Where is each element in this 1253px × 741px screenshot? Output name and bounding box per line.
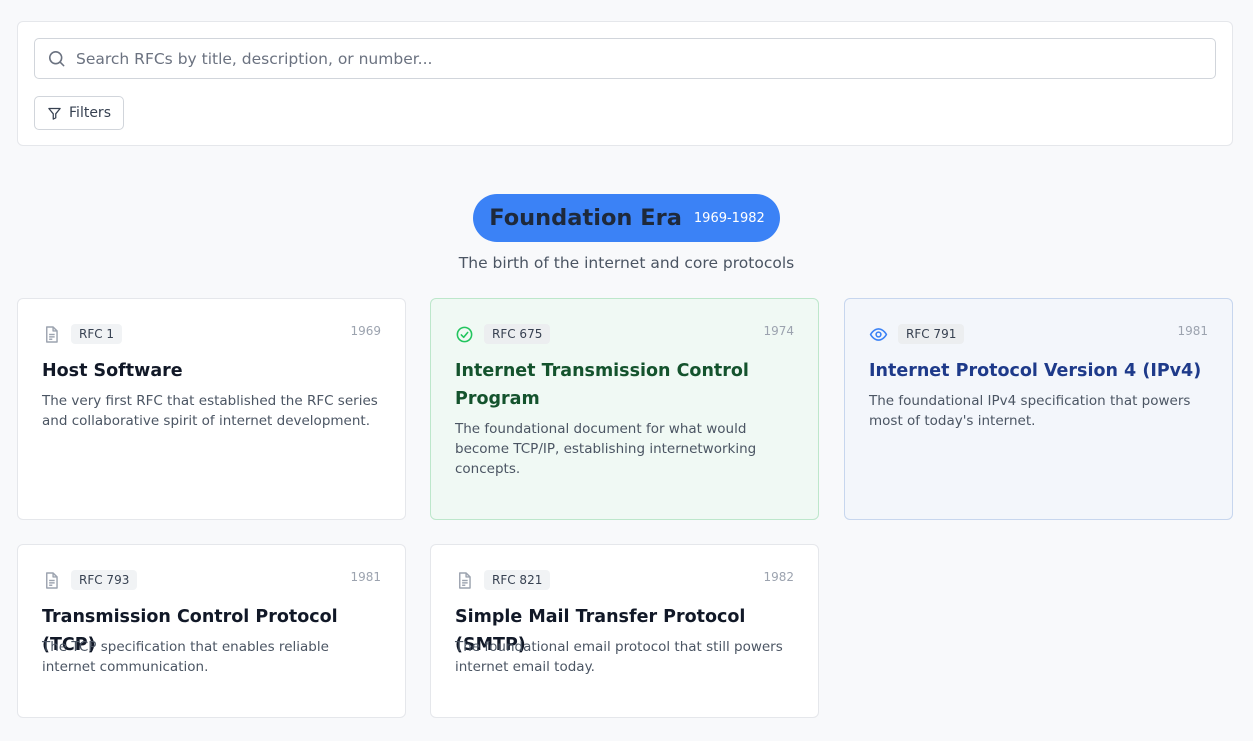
rfc-card-675[interactable]: RFC 675 1974 Internet Transmission Contr… bbox=[430, 298, 819, 520]
card-year: 1969 bbox=[350, 324, 381, 338]
card-header: RFC 675 1974 bbox=[455, 323, 794, 345]
card-description: The very first RFC that established the … bbox=[42, 393, 378, 429]
rfc-card-791[interactable]: RFC 791 1981 Internet Protocol Version 4… bbox=[844, 298, 1233, 520]
filter-icon bbox=[48, 107, 61, 120]
card-header: RFC 821 1982 bbox=[455, 569, 794, 591]
card-year: 1982 bbox=[763, 570, 794, 584]
card-description: The foundational document for what would… bbox=[455, 421, 757, 477]
search-input[interactable] bbox=[76, 49, 1176, 68]
document-icon bbox=[46, 571, 58, 589]
card-header: RFC 793 1981 bbox=[42, 569, 381, 591]
eye-icon bbox=[869, 327, 888, 341]
filters-button[interactable]: Filters bbox=[34, 96, 124, 130]
card-description: The TCP specification that enables relia… bbox=[42, 639, 329, 675]
card-description: The foundational email protocol that sti… bbox=[455, 639, 783, 675]
document-icon bbox=[459, 571, 471, 589]
era-pill: Foundation Era 1969-1982 bbox=[473, 194, 780, 242]
rfc-badge: RFC 821 bbox=[484, 570, 551, 590]
rfc-card-821[interactable]: RFC 821 1982 Simple Mail Transfer Protoc… bbox=[430, 544, 819, 718]
card-title[interactable]: Internet Protocol Version 4 (IPv4) bbox=[869, 357, 1208, 385]
card-description: The foundational IPv4 specification that… bbox=[869, 393, 1191, 429]
card-title[interactable]: Host Software bbox=[42, 357, 381, 385]
card-title[interactable]: Internet Transmission Control Program bbox=[455, 357, 794, 413]
rfc-badge: RFC 791 bbox=[898, 324, 965, 344]
era-header: Foundation Era 1969-1982 The birth of th… bbox=[0, 194, 1253, 272]
check-circle-icon bbox=[456, 326, 473, 342]
card-header: RFC 791 1981 bbox=[869, 323, 1208, 345]
rfc-badge: RFC 675 bbox=[484, 324, 551, 344]
era-years: 1969-1982 bbox=[693, 210, 765, 226]
era-title: Foundation Era bbox=[489, 205, 682, 231]
card-year: 1974 bbox=[763, 324, 794, 338]
document-icon bbox=[46, 325, 58, 343]
card-header: RFC 1 1969 bbox=[42, 323, 381, 345]
card-year: 1981 bbox=[350, 570, 381, 584]
rfc-card-1[interactable]: RFC 1 1969 Host Software The very first … bbox=[17, 298, 406, 520]
search-box[interactable] bbox=[34, 38, 1216, 79]
rfc-badge: RFC 1 bbox=[71, 324, 123, 344]
card-year: 1981 bbox=[1177, 324, 1208, 338]
era-subtitle: The birth of the internet and core proto… bbox=[458, 254, 795, 272]
filters-label: Filters bbox=[69, 105, 111, 121]
search-panel: Filters bbox=[17, 21, 1233, 146]
search-icon bbox=[48, 50, 65, 67]
rfc-card-793[interactable]: RFC 793 1981 Transmission Control Protoc… bbox=[17, 544, 406, 718]
rfc-badge: RFC 793 bbox=[71, 570, 138, 590]
